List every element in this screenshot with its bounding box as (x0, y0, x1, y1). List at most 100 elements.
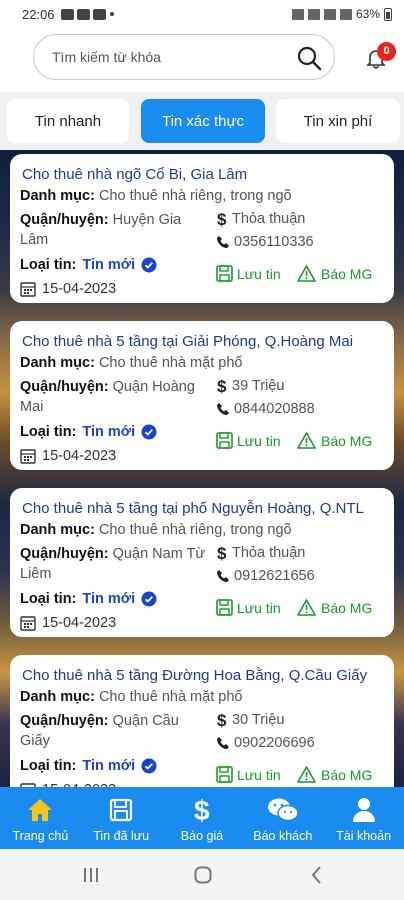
listing-date: 15-04-2023 (20, 448, 116, 464)
nav-saved-label: Tin đã lưu (93, 829, 150, 843)
wifi-icon (339, 8, 352, 20)
listing-district: Quận/huyện: Quận Nam Từ Liêm (20, 546, 206, 582)
nav-saved[interactable]: Tin đã lưu (81, 787, 162, 849)
signal-icon-2 (323, 8, 336, 20)
verified-icon (141, 758, 157, 774)
report-button[interactable]: Báo MG (297, 265, 372, 282)
report-button[interactable]: Báo MG (297, 766, 372, 783)
warning-icon (297, 599, 316, 616)
listing-phone[interactable]: 0844020888 (216, 401, 315, 417)
listing-type: Loại tin: Tin mới (20, 591, 157, 607)
listing-price: $ Thỏa thuận (217, 544, 306, 562)
phone-icon (217, 403, 229, 415)
dollar-icon: $ (217, 711, 227, 729)
phone-icon (217, 737, 229, 749)
dollar-icon: $ (194, 796, 210, 824)
listing-price: $39 Triệu (217, 377, 285, 395)
dollar-icon: $ (217, 377, 227, 395)
nav-clients[interactable]: Báo khách (242, 787, 323, 849)
tab-tin-xac-thuc[interactable]: Tin xác thực (141, 99, 265, 143)
notification-icons (60, 8, 106, 20)
status-bar: 22:06 63% (0, 0, 404, 28)
battery-icon (384, 7, 392, 21)
back-icon[interactable] (310, 865, 322, 885)
listing-title[interactable]: Cho thuê nhà 5 tầng tại phố Nguyễn Hoàng… (22, 500, 364, 517)
search-input[interactable]: Tìm kiếm từ khóa (33, 34, 335, 80)
nav-quote[interactable]: $ Báo giá (162, 787, 243, 849)
report-button[interactable]: Báo MG (297, 432, 372, 449)
listing-card[interactable]: Cho thuê nhà 5 tầng tại Giải Phóng, Q.Ho… (10, 321, 394, 470)
calendar-icon (20, 282, 36, 297)
listing-phone[interactable]: 0356110336 (216, 234, 314, 250)
warning-icon (297, 432, 316, 449)
svg-text:$: $ (194, 796, 210, 824)
phone-icon (217, 236, 229, 248)
nav-account[interactable]: Tài khoản (323, 787, 404, 849)
listing-title[interactable]: Cho thuê nhà ngõ Cổ Bi, Gia Lâm (22, 166, 247, 183)
nav-account-label: Tài khoản (336, 829, 392, 843)
listing-card[interactable]: Cho thuê nhà 5 tầng Đường Hoa Bằng, Q.Cầ… (10, 655, 394, 787)
save-button[interactable]: Lưu tin (216, 432, 281, 449)
recent-apps-icon[interactable] (82, 867, 100, 883)
nav-home[interactable]: Trang chủ (0, 787, 81, 849)
home-icon (28, 799, 53, 821)
verified-icon (141, 424, 157, 440)
listing-title[interactable]: Cho thuê nhà 5 tầng Đường Hoa Bằng, Q.Cầ… (22, 667, 367, 684)
nav-home-label: Trang chủ (12, 829, 69, 843)
save-button[interactable]: Lưu tin (216, 265, 281, 282)
calendar-icon (20, 616, 36, 631)
system-nav-bar (0, 849, 404, 900)
warning-icon (297, 766, 316, 783)
warning-icon (297, 265, 316, 282)
floppy-icon (216, 599, 233, 616)
listing-type: Loại tin: Tin mới (20, 758, 157, 774)
listing-category: Danh mục: Cho thuê nhà riêng, trong ngõ (20, 522, 292, 538)
listing-district: Quận/huyện: Quận Hoàng Mai (20, 379, 195, 415)
phone-icon (217, 570, 229, 582)
bottom-nav: Trang chủ Tin đã lưu $ Báo giá Báo khách… (0, 787, 404, 849)
status-dot (109, 12, 114, 16)
search-row: Tìm kiếm từ khóa 0 (0, 34, 404, 88)
tabs-bar: Tin nhanh Tin xác thực Tin xin phí (0, 92, 404, 150)
listing-price: $ Thỏa thuận (217, 210, 306, 228)
listing-category: Danh mục: Cho thuê nhà mặt phố (20, 689, 243, 705)
svg-text:$: $ (217, 544, 227, 562)
save-button[interactable]: Lưu tin (216, 766, 281, 783)
save-icon (110, 798, 133, 822)
listing-title[interactable]: Cho thuê nhà 5 tầng tại Giải Phóng, Q.Ho… (22, 333, 353, 350)
listing-card[interactable]: Cho thuê nhà 5 tầng tại phố Nguyễn Hoàng… (10, 488, 394, 637)
search-icon[interactable] (296, 45, 322, 71)
dollar-icon: $ (217, 210, 227, 228)
listing-card[interactable]: Cho thuê nhà ngõ Cổ Bi, Gia Lâm Danh mục… (10, 154, 394, 303)
floppy-icon (216, 766, 233, 783)
battery-percent: 63% (355, 7, 380, 21)
search-placeholder: Tìm kiếm từ khóa (52, 49, 161, 65)
listing-price: $30 Triệu (217, 711, 285, 729)
status-time: 22:06 (22, 6, 55, 22)
chat-icon (267, 798, 299, 822)
listing-district: Quận/huyện: Quận Cầu Giấy (20, 713, 179, 749)
nav-quote-label: Báo giá (180, 829, 224, 843)
listing-district: Quận/huyện: Huyện Gia Lâm (20, 212, 182, 248)
notification-badge: 0 (377, 42, 396, 61)
verified-icon (141, 591, 157, 607)
floppy-icon (216, 265, 233, 282)
listing-type: Loại tin: Tin mới (20, 257, 157, 273)
listing-phone[interactable]: 0902206696 (216, 735, 315, 751)
status-right: 63% (291, 7, 392, 21)
listing-list[interactable]: Cho thuê nhà ngõ Cổ Bi, Gia Lâm Danh mục… (0, 150, 404, 787)
tab-tin-nhanh[interactable]: Tin nhanh (7, 99, 129, 143)
tab-tin-xin-phi[interactable]: Tin xin phí (276, 99, 400, 143)
signal-icon (307, 8, 320, 20)
save-button[interactable]: Lưu tin (216, 599, 281, 616)
calendar-icon (20, 449, 36, 464)
listing-phone[interactable]: 0912621656 (216, 568, 315, 584)
nav-clients-label: Báo khách (253, 829, 313, 843)
home-button-icon[interactable] (194, 866, 212, 884)
listing-type: Loại tin: Tin mới (20, 424, 157, 440)
user-icon (352, 798, 375, 822)
verified-icon (141, 257, 157, 273)
mute-icon (291, 8, 304, 20)
listing-date: 15-04-2023 (20, 615, 116, 631)
report-button[interactable]: Báo MG (297, 599, 372, 616)
